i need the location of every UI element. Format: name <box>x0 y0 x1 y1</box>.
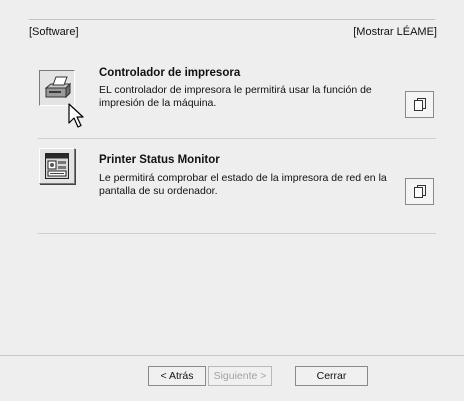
status-monitor-install-button[interactable] <box>39 148 75 184</box>
show-readme-link[interactable]: [Mostrar LÉAME] <box>353 26 437 38</box>
document-icon <box>413 185 426 198</box>
printer-driver-readme-button[interactable] <box>405 91 434 118</box>
status-monitor-icon <box>45 153 69 179</box>
footer-divider <box>0 355 464 356</box>
section-divider <box>38 233 436 234</box>
printer-driver-title[interactable]: Controlador de impresora <box>99 67 240 79</box>
header-divider <box>29 19 435 20</box>
software-label: [Software] <box>29 26 79 38</box>
next-button[interactable]: Siguiente > <box>208 366 272 386</box>
back-button[interactable]: < Atrás <box>148 366 206 386</box>
status-monitor-readme-button[interactable] <box>405 178 434 205</box>
close-button[interactable]: Cerrar <box>295 366 368 386</box>
status-monitor-title[interactable]: Printer Status Monitor <box>99 154 220 166</box>
status-monitor-description: Le permitirá comprobar el estado de la i… <box>99 172 387 197</box>
printer-icon <box>44 76 71 99</box>
printer-driver-description: EL controlador de impresora le permitirá… <box>99 84 372 109</box>
mouse-pointer-icon <box>68 103 84 128</box>
section-divider <box>38 138 436 139</box>
printer-driver-install-button[interactable] <box>39 70 75 106</box>
document-icon <box>413 98 426 111</box>
